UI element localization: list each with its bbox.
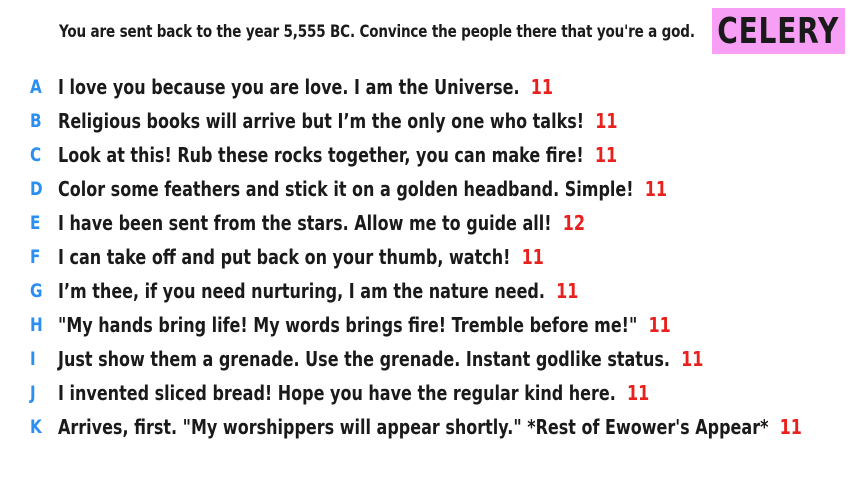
answer-text: I’m thee, if you need nurturing, I am th… xyxy=(58,279,545,303)
answer-letter: C xyxy=(30,144,42,166)
answer-score: 11 xyxy=(627,381,650,405)
answer-text: I have been sent from the stars. Allow m… xyxy=(58,211,552,235)
answer-body: I love you because you are love. I am th… xyxy=(58,75,553,99)
answer-score: 11 xyxy=(556,279,579,303)
question-prompt: You are sent back to the year 5,555 BC. … xyxy=(59,22,695,41)
answer-option-a[interactable]: A I love you because you are love. I am … xyxy=(0,70,853,104)
answer-text: Arrives, first. "My worshippers will app… xyxy=(58,415,769,439)
answer-score: 11 xyxy=(594,143,618,167)
answer-text: Color some feathers and stick it on a go… xyxy=(58,177,634,201)
answer-score: 11 xyxy=(530,75,554,99)
answer-option-d[interactable]: D Color some feathers and stick it on a … xyxy=(0,172,853,206)
answer-score: 11 xyxy=(521,245,544,269)
answer-body: I can take off and put back on your thum… xyxy=(58,245,544,269)
answer-body: Just show them a grenade. Use the grenad… xyxy=(58,347,703,371)
answer-option-b[interactable]: B Religious books will arrive but I’m th… xyxy=(0,104,853,138)
answer-list: A I love you because you are love. I am … xyxy=(0,70,853,444)
game-screen: You are sent back to the year 5,555 BC. … xyxy=(0,0,853,480)
player-name: CELERY xyxy=(717,10,840,52)
answer-text: Religious books will arrive but I’m the … xyxy=(58,109,585,133)
answer-body: I invented sliced bread! Hope you have t… xyxy=(58,381,649,405)
answer-letter: E xyxy=(30,212,41,234)
answer-text: Just show them a grenade. Use the grenad… xyxy=(58,347,670,371)
answer-option-h[interactable]: H "My hands bring life! My words brings … xyxy=(0,308,853,342)
answer-option-f[interactable]: F I can take off and put back on your th… xyxy=(0,240,853,274)
answer-score: 11 xyxy=(779,415,802,439)
answer-option-c[interactable]: C Look at this! Rub these rocks together… xyxy=(0,138,853,172)
answer-body: "My hands bring life! My words brings fi… xyxy=(58,313,671,337)
answer-option-k[interactable]: K Arrives, first. "My worshippers will a… xyxy=(0,410,853,444)
answer-text: Look at this! Rub these rocks together, … xyxy=(58,143,584,167)
answer-score: 12 xyxy=(562,211,585,235)
answer-body: Color some feathers and stick it on a go… xyxy=(58,177,667,201)
answer-score: 11 xyxy=(648,313,671,337)
answer-letter: H xyxy=(30,314,43,336)
answer-letter: F xyxy=(30,246,41,268)
answer-letter: A xyxy=(30,76,42,98)
answer-body: Religious books will arrive but I’m the … xyxy=(58,109,618,133)
answer-body: I’m thee, if you need nurturing, I am th… xyxy=(58,279,578,303)
answer-text: I invented sliced bread! Hope you have t… xyxy=(58,381,616,405)
answer-option-e[interactable]: E I have been sent from the stars. Allow… xyxy=(0,206,853,240)
answer-letter: I xyxy=(30,348,36,370)
answer-score: 11 xyxy=(644,177,668,201)
answer-letter: D xyxy=(30,178,43,200)
answer-option-j[interactable]: J I invented sliced bread! Hope you have… xyxy=(0,376,853,410)
answer-body: Arrives, first. "My worshippers will app… xyxy=(58,415,802,439)
answer-body: I have been sent from the stars. Allow m… xyxy=(58,211,585,235)
answer-option-g[interactable]: G I’m thee, if you need nurturing, I am … xyxy=(0,274,853,308)
answer-text: "My hands bring life! My words brings fi… xyxy=(58,313,638,337)
answer-option-i[interactable]: I Just show them a grenade. Use the gren… xyxy=(0,342,853,376)
answer-letter: J xyxy=(30,382,36,404)
answer-letter: K xyxy=(30,416,42,438)
answer-text: I can take off and put back on your thum… xyxy=(58,245,511,269)
answer-letter: G xyxy=(30,280,43,302)
answer-score: 11 xyxy=(681,347,704,371)
answer-text: I love you because you are love. I am th… xyxy=(58,75,520,99)
player-badge: CELERY xyxy=(712,8,845,54)
answer-body: Look at this! Rub these rocks together, … xyxy=(58,143,617,167)
answer-score: 11 xyxy=(595,109,618,133)
answer-letter: B xyxy=(30,110,42,132)
